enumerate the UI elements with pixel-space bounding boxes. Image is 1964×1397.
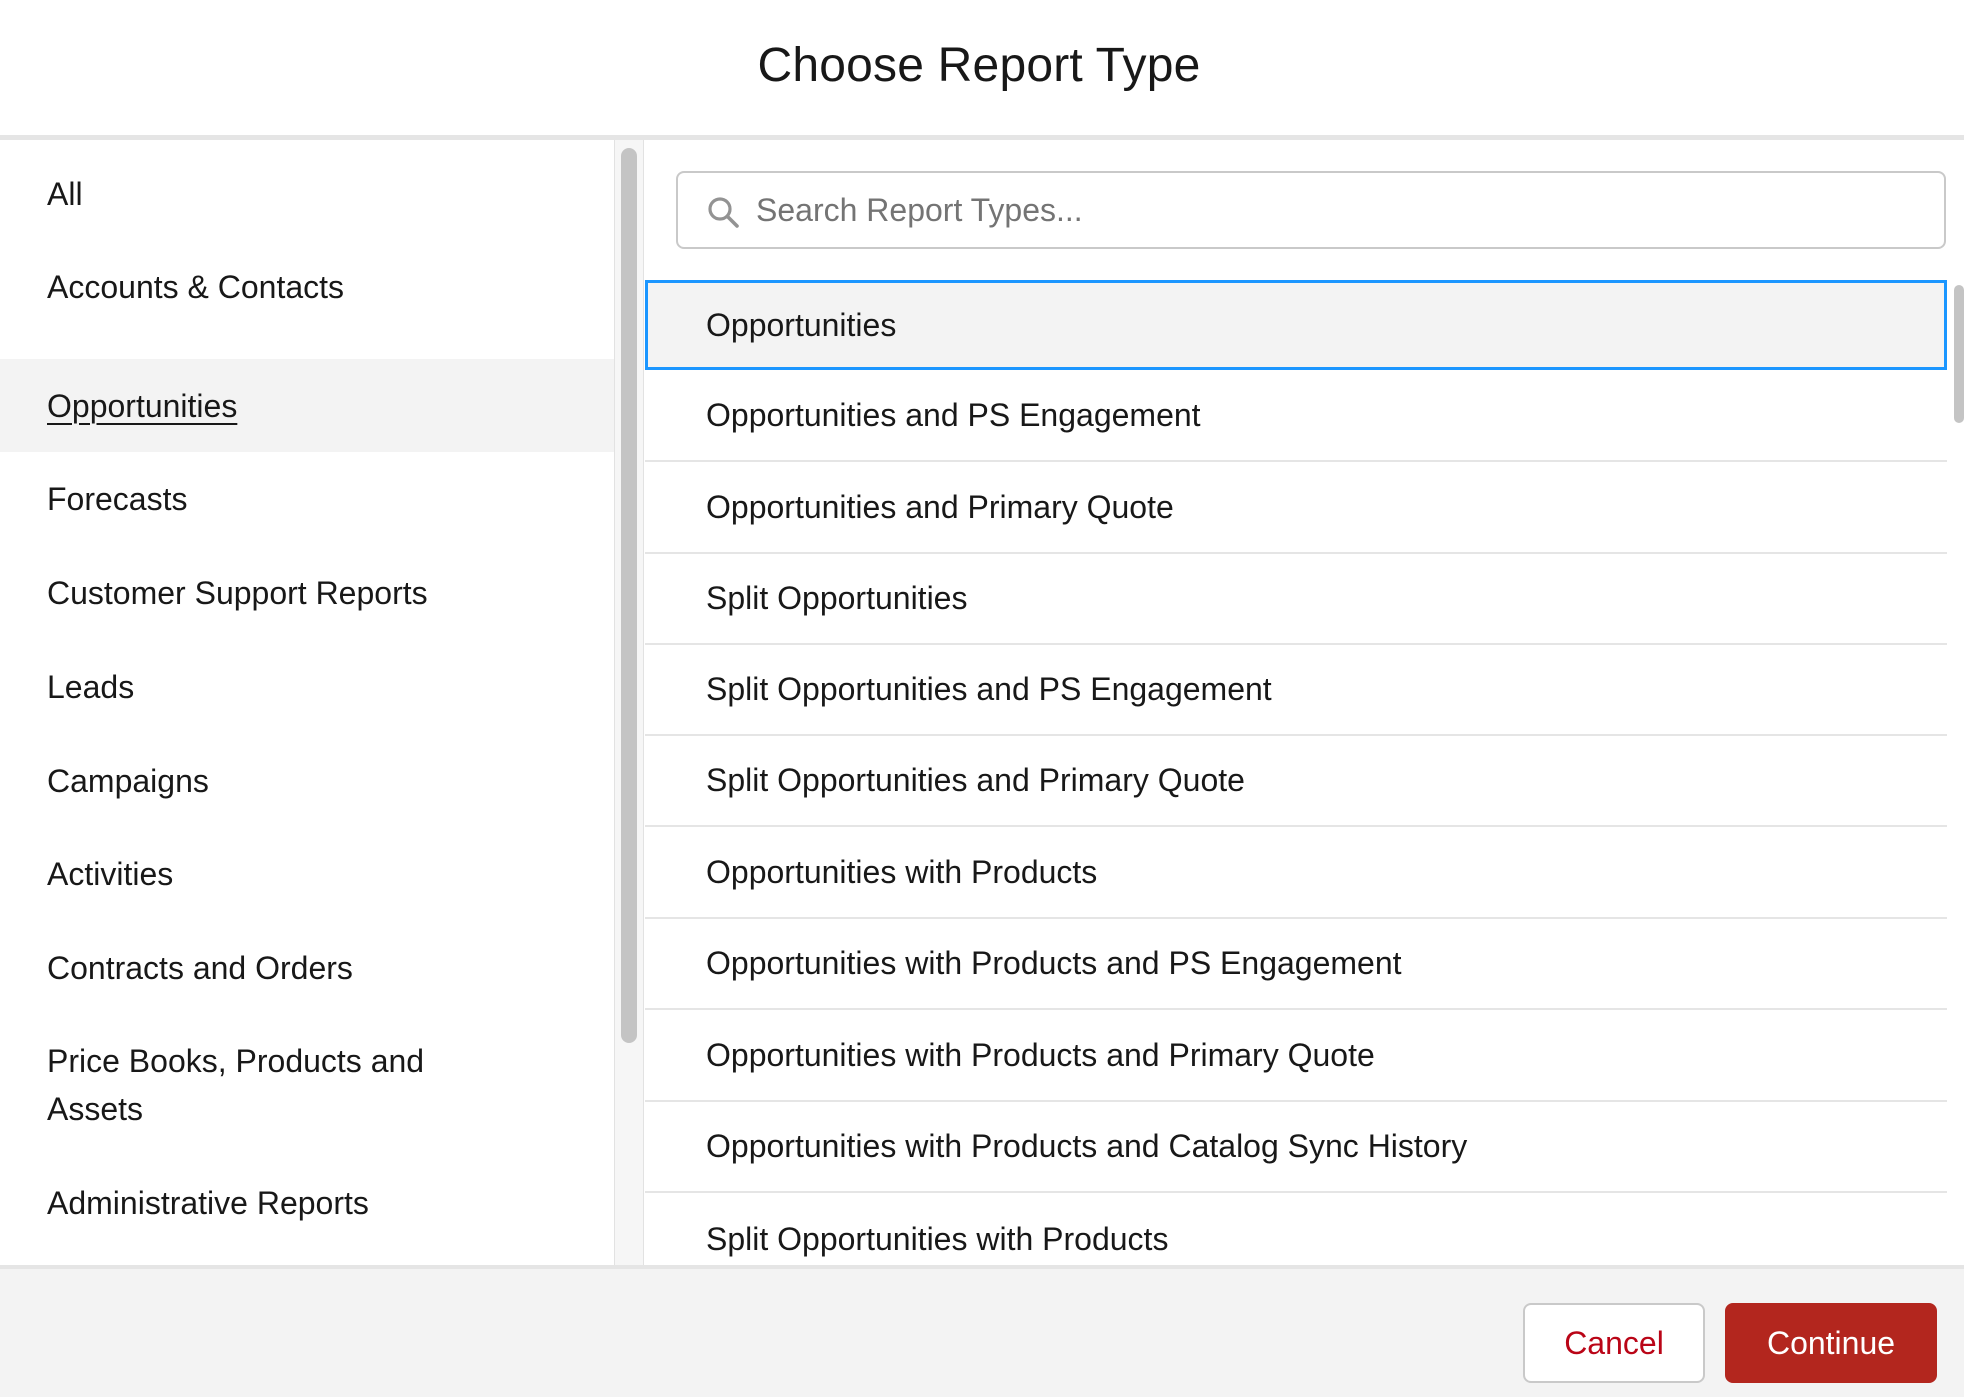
sidebar-item-label: Campaigns: [47, 762, 209, 799]
list-item[interactable]: Opportunities and Primary Quote: [645, 462, 1947, 554]
sidebar-item-label: Contracts and Orders: [47, 950, 353, 986]
sidebar-item-label: Administrative Reports: [47, 1185, 369, 1221]
continue-button[interactable]: Continue: [1725, 1303, 1937, 1383]
list-item-label: Opportunities with Products and Primary …: [706, 1036, 1375, 1073]
list-item[interactable]: Opportunities: [645, 280, 1947, 370]
list-item-label: Opportunities and Primary Quote: [706, 488, 1174, 525]
category-sidebar: All Accounts & Contacts Opportunities Fo…: [0, 140, 614, 1265]
list-item-label: Opportunities with Products and PS Engag…: [706, 945, 1402, 981]
sidebar-scrollbar-thumb[interactable]: [621, 148, 637, 1043]
list-item[interactable]: Opportunities with Products and Catalog …: [645, 1102, 1947, 1193]
list-item[interactable]: Split Opportunities: [645, 554, 1947, 645]
list-item[interactable]: Split Opportunities and PS Engagement: [645, 645, 1947, 736]
report-type-panel: Opportunities Opportunities and PS Engag…: [645, 140, 1964, 1265]
sidebar-item-contracts-orders[interactable]: Contracts and Orders: [0, 921, 614, 1015]
list-item-label: Opportunities and PS Engagement: [706, 396, 1201, 433]
sidebar-item-customer-support-reports[interactable]: Customer Support Reports: [0, 546, 614, 640]
sidebar-item-price-books-products-assets[interactable]: Price Books, Products and Assets: [0, 1015, 614, 1155]
list-item-label: Split Opportunities and Primary Quote: [706, 762, 1245, 798]
list-item-label: Opportunities: [706, 306, 897, 343]
list-item-label: Split Opportunities with Products: [706, 1220, 1169, 1257]
choose-report-type-modal: Choose Report Type All Accounts & Contac…: [0, 0, 1964, 1397]
sidebar-item-label: Leads: [47, 669, 135, 705]
sidebar-item-opportunities[interactable]: Opportunities: [0, 359, 614, 452]
list-item-label: Split Opportunities: [706, 580, 968, 616]
search-icon: [708, 197, 739, 228]
sidebar-item-activities[interactable]: Activities: [0, 827, 614, 921]
list-item[interactable]: Opportunities with Products: [645, 827, 1947, 919]
sidebar-item-all[interactable]: All: [0, 148, 614, 240]
sidebar-item-leads[interactable]: Leads: [0, 640, 614, 734]
sidebar-item-accounts-contacts[interactable]: Accounts & Contacts: [0, 240, 614, 334]
list-item[interactable]: Opportunities with Products and Primary …: [645, 1010, 1947, 1102]
sidebar-item-label: Forecasts: [47, 481, 188, 517]
list-item[interactable]: Split Opportunities and Primary Quote: [645, 736, 1947, 827]
sidebar-item-label: All: [47, 176, 83, 212]
sidebar-item-forecasts[interactable]: Forecasts: [0, 452, 614, 546]
list-item[interactable]: Opportunities with Products and PS Engag…: [645, 919, 1947, 1010]
modal-footer: Cancel Continue: [0, 1265, 1964, 1397]
list-item[interactable]: Opportunities and PS Engagement: [645, 370, 1947, 462]
cancel-button[interactable]: Cancel: [1523, 1303, 1705, 1383]
sidebar-item-administrative-reports[interactable]: Administrative Reports: [0, 1155, 614, 1251]
sidebar-item-label: Customer Support Reports: [47, 575, 428, 611]
sidebar-item-label: Activities: [47, 856, 174, 892]
sidebar-item-label: Opportunities: [47, 387, 238, 424]
sidebar-item-campaigns[interactable]: Campaigns: [0, 734, 614, 827]
sidebar-item-label: Accounts & Contacts: [47, 269, 345, 305]
sidebar-item-label: Price Books, Products and Assets: [47, 1043, 425, 1127]
modal-title: Choose Report Type: [757, 39, 1201, 92]
list-item[interactable]: Split Opportunities with Products: [645, 1193, 1947, 1265]
modal-header: Choose Report Type: [0, 0, 1964, 135]
list-item-label: Split Opportunities and PS Engagement: [706, 671, 1272, 707]
search-field[interactable]: [676, 171, 1946, 249]
list-item-label: Opportunities with Products: [706, 853, 1098, 890]
list-scrollbar-thumb[interactable]: [1954, 285, 1964, 423]
list-item-label: Opportunities with Products and Catalog …: [706, 1128, 1468, 1164]
search-input[interactable]: [756, 173, 1926, 247]
